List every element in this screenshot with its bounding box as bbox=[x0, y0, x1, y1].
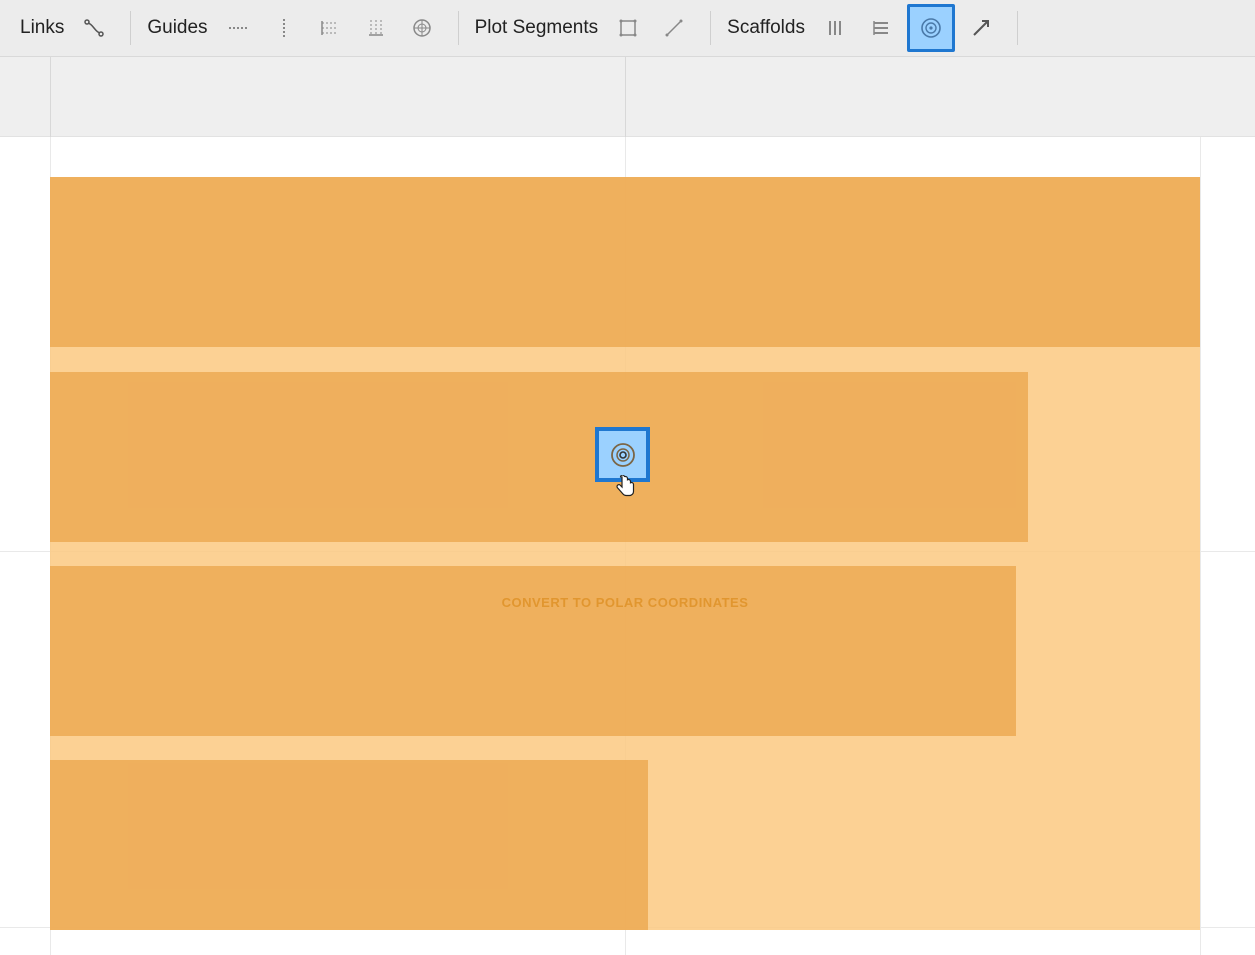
plot-segments-label: Plot Segments bbox=[475, 17, 599, 39]
toolbar-group-plot-segments: Plot Segments bbox=[467, 8, 703, 48]
drop-target-overlay: CONVERT TO POLAR COORDINATES bbox=[50, 177, 1200, 930]
region-icon bbox=[617, 17, 639, 39]
scaffold-vertical-button[interactable] bbox=[815, 8, 855, 48]
header-strip bbox=[0, 57, 1255, 137]
polar-guide-icon bbox=[411, 17, 433, 39]
toolbar-separator bbox=[458, 11, 459, 45]
toolbar-group-guides: Guides bbox=[139, 8, 449, 48]
links-button[interactable] bbox=[74, 8, 114, 48]
link-icon bbox=[82, 16, 106, 40]
drag-preview-polar bbox=[595, 427, 650, 482]
chart-bar bbox=[50, 177, 1200, 347]
guide-vertical-button[interactable] bbox=[264, 8, 304, 48]
chart-canvas[interactable]: CONVERT TO POLAR COORDINATES bbox=[0, 137, 1255, 955]
line-icon bbox=[663, 17, 685, 39]
toolbar-separator bbox=[1017, 11, 1018, 45]
scaffold-curve-button[interactable] bbox=[961, 8, 1001, 48]
toolbar-separator bbox=[130, 11, 131, 45]
chart-bar bbox=[50, 372, 1028, 542]
toolbar-group-links: Links bbox=[12, 8, 122, 48]
guide-y-button[interactable] bbox=[356, 8, 396, 48]
guide-horizontal-button[interactable] bbox=[218, 8, 258, 48]
vertical-guide-icon bbox=[273, 17, 295, 39]
guide-y-icon bbox=[365, 17, 387, 39]
polar-icon bbox=[608, 440, 638, 470]
toolbar-group-scaffolds: Scaffolds bbox=[719, 4, 1009, 52]
links-label: Links bbox=[20, 17, 64, 39]
toolbar-separator bbox=[710, 11, 711, 45]
scaffolds-label: Scaffolds bbox=[727, 17, 805, 39]
chart-bar bbox=[50, 566, 1016, 736]
chart-bar bbox=[50, 760, 648, 930]
toolbar: Links Guides bbox=[0, 0, 1255, 57]
guides-label: Guides bbox=[147, 17, 207, 39]
horizontal-guide-icon bbox=[227, 17, 249, 39]
scaffold-polar-icon bbox=[918, 15, 944, 41]
guide-x-button[interactable] bbox=[310, 8, 350, 48]
scaffold-vertical-icon bbox=[824, 17, 846, 39]
guide-polar-button[interactable] bbox=[402, 8, 442, 48]
scaffold-polar-button[interactable] bbox=[907, 4, 955, 52]
plot-region-button[interactable] bbox=[608, 8, 648, 48]
scaffold-horizontal-icon bbox=[870, 17, 892, 39]
scaffold-horizontal-button[interactable] bbox=[861, 8, 901, 48]
guide-x-icon bbox=[319, 17, 341, 39]
plot-line-button[interactable] bbox=[654, 8, 694, 48]
curve-icon bbox=[970, 17, 992, 39]
